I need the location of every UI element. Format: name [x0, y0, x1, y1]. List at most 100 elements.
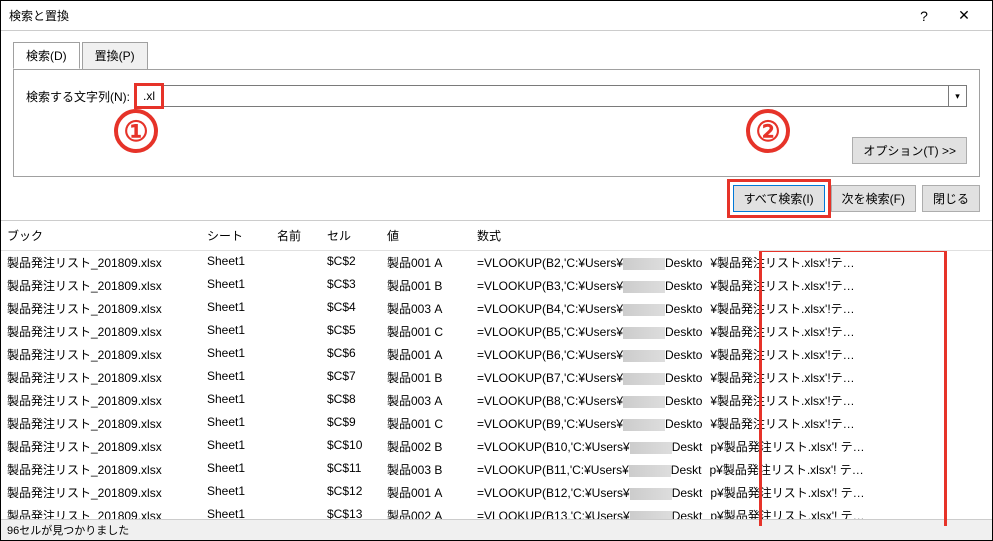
cell-sheet: Sheet1 — [201, 437, 271, 456]
cell-ref: $C$11 — [321, 460, 381, 479]
button-row: すべて検索(I) 次を検索(F) 閉じる — [13, 185, 980, 212]
cell-value: 製品001 C — [381, 414, 471, 433]
dropdown-icon[interactable]: ▾ — [948, 86, 966, 106]
help-button[interactable]: ? — [904, 2, 944, 30]
table-row[interactable]: 製品発注リスト_201809.xlsxSheet1 $C$10製品002 B=VL… — [1, 435, 992, 458]
cell-sheet: Sheet1 — [201, 276, 271, 295]
table-row[interactable]: 製品発注リスト_201809.xlsxSheet1 $C$9製品001 C=VLO… — [1, 412, 992, 435]
cell-book: 製品発注リスト_201809.xlsx — [1, 483, 201, 502]
cell-book: 製品発注リスト_201809.xlsx — [1, 368, 201, 387]
tab-find[interactable]: 検索(D) — [13, 42, 80, 69]
search-label: 検索する文字列(N): — [26, 88, 130, 105]
tab-bar: 検索(D) 置換(P) — [13, 42, 980, 70]
table-row[interactable]: 製品発注リスト_201809.xlsxSheet1 $C$7製品001 B=VLO… — [1, 366, 992, 389]
options-button[interactable]: オプション(T) >> — [852, 137, 967, 164]
cell-book: 製品発注リスト_201809.xlsx — [1, 345, 201, 364]
cell-sheet: Sheet1 — [201, 322, 271, 341]
table-row[interactable]: 製品発注リスト_201809.xlsxSheet1 $C$3製品001 B=VLO… — [1, 274, 992, 297]
table-row[interactable]: 製品発注リスト_201809.xlsxSheet1 $C$11製品003 B=VL… — [1, 458, 992, 481]
cell-sheet: Sheet1 — [201, 483, 271, 502]
cell-sheet: Sheet1 — [201, 345, 271, 364]
cell-value: 製品001 C — [381, 322, 471, 341]
cell-name — [271, 483, 321, 502]
titlebar: 検索と置換 ? ✕ — [1, 1, 992, 31]
find-all-button[interactable]: すべて検索(I) — [733, 185, 825, 212]
cell-value: 製品003 B — [381, 460, 471, 479]
cell-value: 製品003 A — [381, 299, 471, 318]
cell-formula: =VLOOKUP(B12,'C:¥Users¥Desktp¥製品発注リスト.xl… — [471, 483, 992, 502]
cell-formula: =VLOOKUP(B7,'C:¥Users¥Deskto¥製品発注リスト.xls… — [471, 368, 992, 387]
cell-ref: $C$2 — [321, 253, 381, 272]
cell-book: 製品発注リスト_201809.xlsx — [1, 276, 201, 295]
results-area: ブック シート 名前 セル 値 数式 製品発注リスト_201809.xlsxSh… — [1, 220, 992, 526]
cell-formula: =VLOOKUP(B8,'C:¥Users¥Deskto¥製品発注リスト.xls… — [471, 391, 992, 410]
cell-value: 製品001 A — [381, 345, 471, 364]
cell-name — [271, 299, 321, 318]
cell-value: 製品001 A — [381, 253, 471, 272]
cell-name — [271, 414, 321, 433]
col-sheet[interactable]: シート — [201, 225, 271, 246]
results-header: ブック シート 名前 セル 値 数式 — [1, 221, 992, 251]
cell-book: 製品発注リスト_201809.xlsx — [1, 414, 201, 433]
cell-formula: =VLOOKUP(B4,'C:¥Users¥Deskto¥製品発注リスト.xls… — [471, 299, 992, 318]
col-cell[interactable]: セル — [321, 225, 381, 246]
cell-formula: =VLOOKUP(B10,'C:¥Users¥Desktp¥製品発注リスト.xl… — [471, 437, 992, 456]
table-row[interactable]: 製品発注リスト_201809.xlsxSheet1 $C$12製品001 A=VL… — [1, 481, 992, 504]
cell-book: 製品発注リスト_201809.xlsx — [1, 391, 201, 410]
results-body[interactable]: 製品発注リスト_201809.xlsxSheet1$C$2製品001 A=VLO… — [1, 251, 992, 526]
cell-sheet: Sheet1 — [201, 253, 271, 272]
cell-book: 製品発注リスト_201809.xlsx — [1, 253, 201, 272]
tab-replace[interactable]: 置換(P) — [82, 42, 148, 69]
close-window-button[interactable]: ✕ — [944, 2, 984, 30]
cell-book: 製品発注リスト_201809.xlsx — [1, 322, 201, 341]
cell-ref: $C$7 — [321, 368, 381, 387]
cell-ref: $C$9 — [321, 414, 381, 433]
cell-name — [271, 253, 321, 272]
cell-formula: =VLOOKUP(B2,'C:¥Users¥Deskto¥製品発注リスト.xls… — [471, 253, 992, 272]
cell-value: 製品001 B — [381, 368, 471, 387]
cell-name — [271, 345, 321, 364]
col-value[interactable]: 値 — [381, 225, 471, 246]
cell-name — [271, 276, 321, 295]
cell-sheet: Sheet1 — [201, 460, 271, 479]
table-row[interactable]: 製品発注リスト_201809.xlsxSheet1$C$8製品003 A=VLO… — [1, 389, 992, 412]
cell-sheet: Sheet1 — [201, 368, 271, 387]
cell-ref: $C$4 — [321, 299, 381, 318]
cell-formula: =VLOOKUP(B9,'C:¥Users¥Deskto¥製品発注リスト.xls… — [471, 414, 992, 433]
cell-name — [271, 391, 321, 410]
cell-value: 製品001 A — [381, 483, 471, 502]
cell-name — [271, 368, 321, 387]
close-button[interactable]: 閉じる — [922, 185, 980, 212]
cell-ref: $C$5 — [321, 322, 381, 341]
cell-formula: =VLOOKUP(B6,'C:¥Users¥Deskto¥製品発注リスト.xls… — [471, 345, 992, 364]
cell-ref: $C$3 — [321, 276, 381, 295]
cell-ref: $C$6 — [321, 345, 381, 364]
table-row[interactable]: 製品発注リスト_201809.xlsxSheet1 $C$5製品001 C=VLO… — [1, 320, 992, 343]
cell-sheet: Sheet1 — [201, 414, 271, 433]
search-combo[interactable]: ▾ — [136, 85, 967, 107]
cell-formula: =VLOOKUP(B11,'C:¥Users¥Desktp¥製品発注リスト.xl… — [471, 460, 992, 479]
cell-name — [271, 437, 321, 456]
table-row[interactable]: 製品発注リスト_201809.xlsxSheet1 $C$6製品001 A=VLO… — [1, 343, 992, 366]
table-row[interactable]: 製品発注リスト_201809.xlsxSheet1 $C$2製品001 A=VLO… — [1, 251, 992, 274]
cell-book: 製品発注リスト_201809.xlsx — [1, 437, 201, 456]
cell-ref: $C$8 — [321, 391, 381, 410]
cell-sheet: Sheet1 — [201, 391, 271, 410]
search-panel: 検索する文字列(N): ▾ オプション(T) >> — [13, 69, 980, 177]
cell-sheet: Sheet1 — [201, 299, 271, 318]
col-name[interactable]: 名前 — [271, 225, 321, 246]
search-input[interactable] — [137, 87, 948, 105]
cell-value: 製品001 B — [381, 276, 471, 295]
col-book[interactable]: ブック — [1, 225, 201, 246]
cell-formula: =VLOOKUP(B3,'C:¥Users¥Deskto¥製品発注リスト.xls… — [471, 276, 992, 295]
cell-formula: =VLOOKUP(B5,'C:¥Users¥Deskto¥製品発注リスト.xls… — [471, 322, 992, 341]
find-next-button[interactable]: 次を検索(F) — [831, 185, 916, 212]
col-formula[interactable]: 数式 — [471, 225, 992, 246]
cell-book: 製品発注リスト_201809.xlsx — [1, 299, 201, 318]
cell-book: 製品発注リスト_201809.xlsx — [1, 460, 201, 479]
table-row[interactable]: 製品発注リスト_201809.xlsxSheet1 $C$4製品003 A=VLO… — [1, 297, 992, 320]
cell-value: 製品002 B — [381, 437, 471, 456]
cell-name — [271, 322, 321, 341]
cell-ref: $C$10 — [321, 437, 381, 456]
cell-ref: $C$12 — [321, 483, 381, 502]
